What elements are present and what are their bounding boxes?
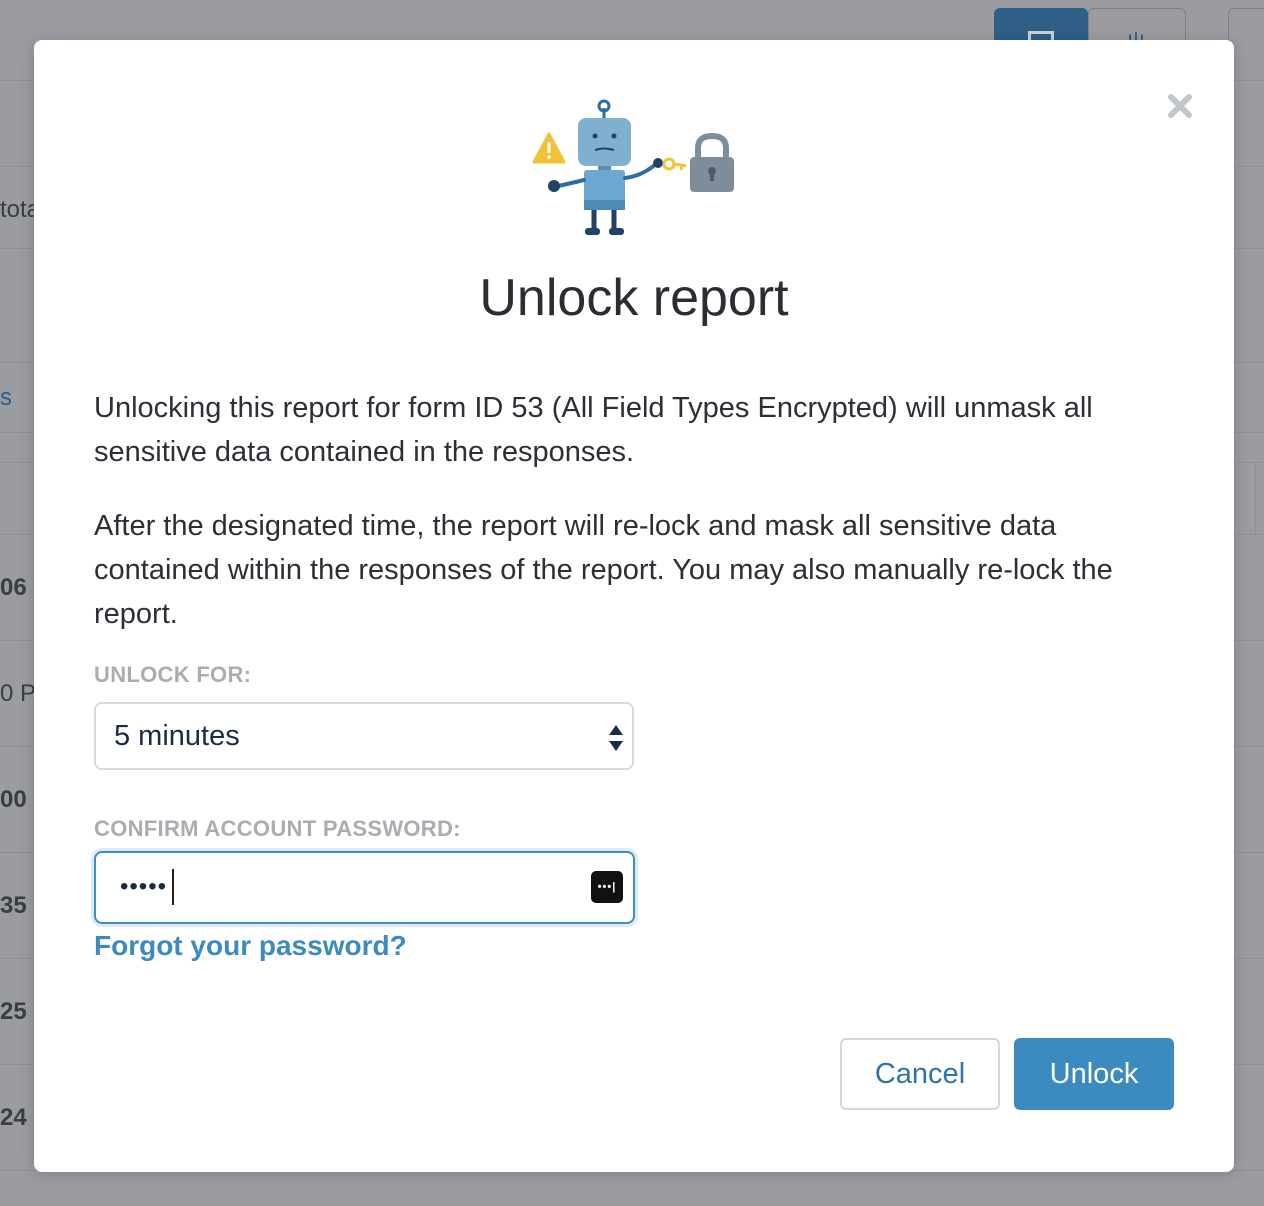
unlock-report-modal: Unlock report Unlocking this report for … [34,40,1234,1172]
description-paragraph: Unlocking this report for form ID 53 (Al… [94,392,1093,468]
background-text: 0 P [0,680,37,707]
password-field[interactable]: ••••• •••| [94,851,635,924]
background-edge-tab [1228,8,1264,42]
unlock-duration-value: 5 minutes [114,720,240,752]
select-arrows-icon [609,725,623,751]
warning-icon [532,132,566,164]
padlock-icon [690,132,734,192]
close-icon [1168,94,1192,118]
unlock-duration-select[interactable]: 5 minutes [94,702,634,770]
background-text: s [0,384,12,411]
unlock-for-label: UNLOCK FOR: [94,662,252,687]
close-button[interactable] [1166,92,1194,120]
relock-info-paragraph: After the designated time, the report wi… [94,510,1113,630]
robot-illustration [532,99,734,235]
password-value: ••••• [120,873,168,900]
table-view-tab [994,8,1088,42]
unlock-button[interactable]: Unlock [1014,1038,1174,1110]
cancel-button[interactable]: Cancel [840,1038,1000,1110]
password-key-icon[interactable]: •••| [591,871,623,903]
password-label: CONFIRM ACCOUNT PASSWORD: [94,816,461,841]
chart-view-tab: ı|ı [1088,8,1186,45]
key-icon [662,157,687,171]
forgot-password-link[interactable]: Forgot your password? [94,930,407,962]
text-caret [172,869,174,905]
modal-title: Unlock report [479,269,789,327]
